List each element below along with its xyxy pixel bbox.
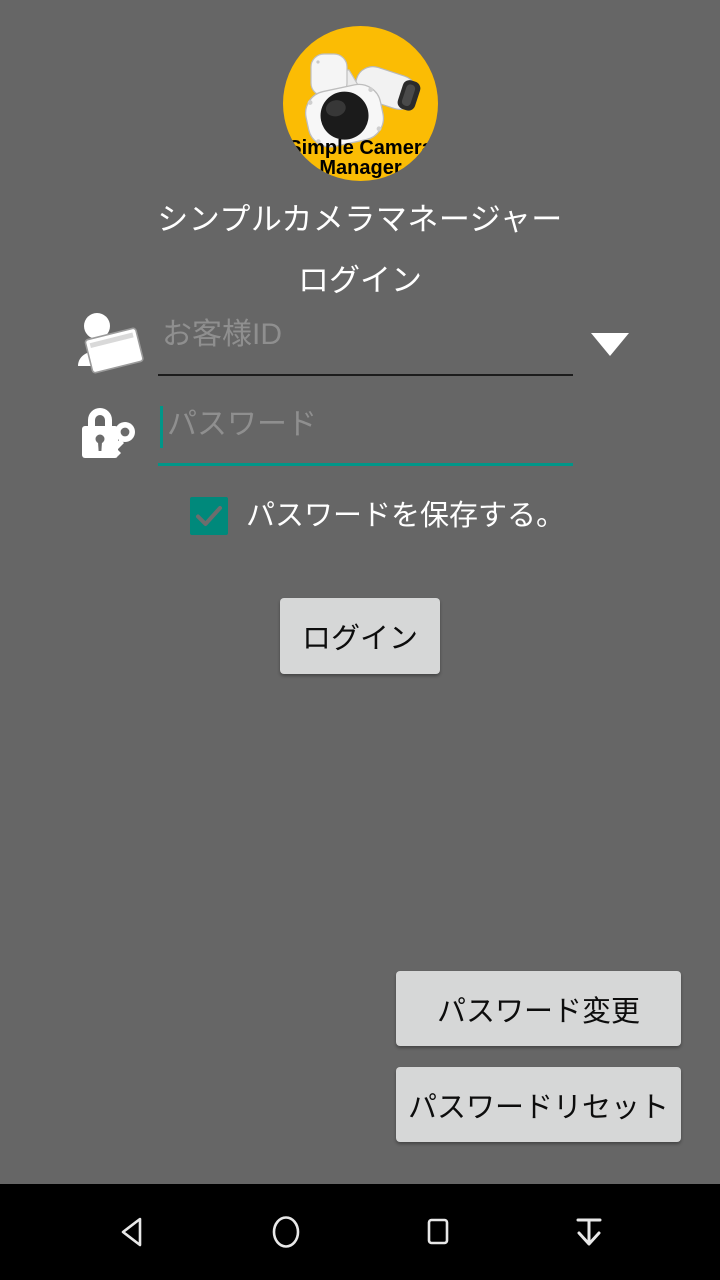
customer-id-input[interactable]: お客様ID [158, 304, 573, 376]
security-cameras-logo: Simple Camera Manager [288, 53, 434, 179]
lock-key-icon [72, 398, 144, 464]
login-button[interactable]: ログイン [280, 598, 440, 674]
logo-circle: Simple Camera Manager [283, 26, 438, 181]
triangle-back-icon [121, 1217, 142, 1247]
nav-recents-button[interactable] [383, 1184, 493, 1280]
save-password-row[interactable]: パスワードを保存する。 [190, 493, 565, 539]
logo-text-line2: Manager [319, 157, 401, 179]
customer-id-underline [158, 374, 573, 376]
password-placeholder: パスワード [167, 408, 317, 441]
save-password-checkbox[interactable] [190, 497, 228, 535]
password-underline [158, 463, 573, 466]
change-password-button[interactable]: パスワード変更 [396, 971, 681, 1046]
customer-id-placeholder: お客様ID [162, 318, 282, 351]
check-icon [196, 506, 222, 526]
logo-text-line1: Simple Camera [288, 137, 433, 159]
hide-keyboard-icon [576, 1218, 602, 1246]
android-navigation-bar [0, 1184, 720, 1280]
reset-password-button[interactable]: パスワードリセット [396, 1067, 681, 1142]
id-card-person-icon [72, 308, 144, 374]
login-screen: Simple Camera Manager シンプルカメラマネージャー ログイン… [0, 0, 720, 1280]
nav-home-button[interactable] [231, 1184, 341, 1280]
customer-id-field-row: お客様ID [72, 304, 652, 382]
page-title: ログイン [298, 263, 422, 298]
chevron-down-icon[interactable] [591, 333, 629, 356]
app-logo: Simple Camera Manager [283, 26, 438, 181]
square-recents-icon [427, 1218, 449, 1245]
password-input[interactable]: パスワード [158, 394, 573, 466]
nav-hide-keyboard-button[interactable] [534, 1184, 644, 1280]
text-caret [160, 406, 163, 448]
save-password-label: パスワードを保存する。 [246, 500, 566, 532]
nav-back-button[interactable] [79, 1184, 189, 1280]
password-field-row: パスワード [72, 394, 652, 472]
app-title: シンプルカメラマネージャー [157, 202, 563, 237]
circle-home-icon [272, 1216, 300, 1248]
